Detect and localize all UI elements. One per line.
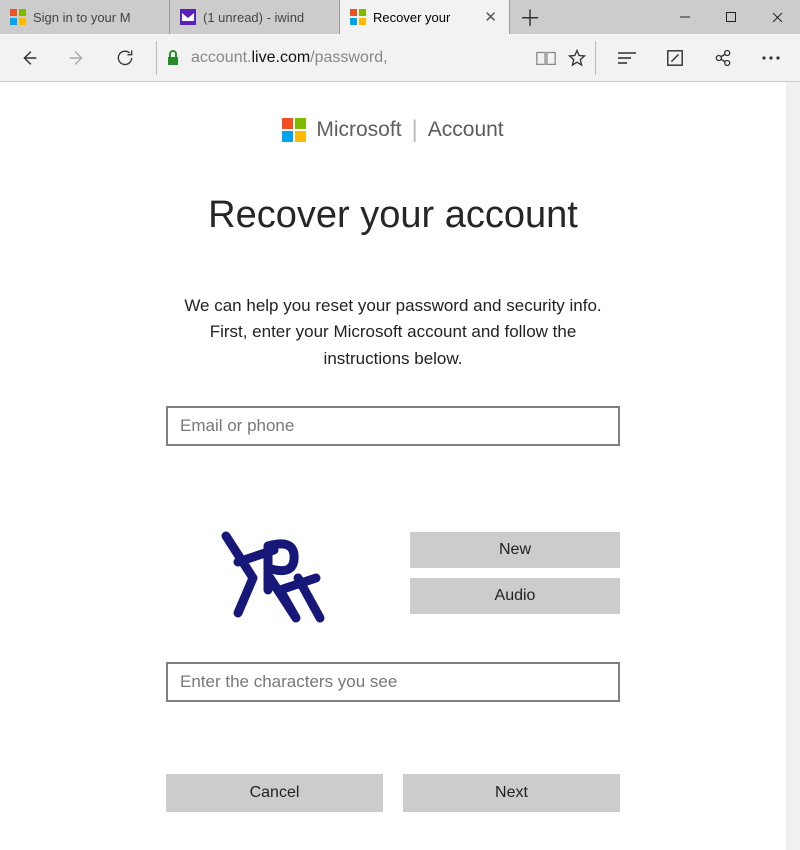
action-row: Cancel Next xyxy=(166,774,620,812)
new-tab-button[interactable]: ＋ xyxy=(510,0,550,34)
page-title: Recover your account xyxy=(166,194,620,237)
address-text: account.live.com/password, xyxy=(191,49,525,67)
scrollbar-thumb[interactable] xyxy=(786,82,800,242)
tab-mail[interactable]: (1 unread) - iwind xyxy=(170,0,340,34)
reading-view-icon[interactable] xyxy=(535,49,557,67)
more-button[interactable] xyxy=(748,35,794,81)
tab-recover[interactable]: Recover your ✕ xyxy=(340,0,510,34)
tab-strip: Sign in to your M (1 unread) - iwind Rec… xyxy=(0,0,510,34)
captcha-input[interactable] xyxy=(166,662,620,702)
back-button[interactable] xyxy=(6,35,52,81)
browser-toolbar: account.live.com/password, xyxy=(0,34,800,82)
favorite-icon[interactable] xyxy=(567,48,587,68)
captcha-audio-button[interactable]: Audio xyxy=(410,578,620,614)
ms-logo-icon xyxy=(282,118,306,142)
page-content: Microsoft | Account Recover your account… xyxy=(158,82,628,812)
page-viewport: Microsoft | Account Recover your account… xyxy=(0,82,800,850)
brand-section: Account xyxy=(428,118,504,142)
tab-title: Recover your xyxy=(373,10,475,25)
hub-button[interactable] xyxy=(604,35,650,81)
captcha-new-button[interactable]: New xyxy=(410,532,620,568)
brand-name: Microsoft xyxy=(316,118,401,142)
separator: | xyxy=(412,116,418,144)
tab-title: (1 unread) - iwind xyxy=(203,10,329,25)
window-titlebar: Sign in to your M (1 unread) - iwind Rec… xyxy=(0,0,800,34)
refresh-button[interactable] xyxy=(102,35,148,81)
captcha-image xyxy=(166,518,380,628)
webnote-button[interactable] xyxy=(652,35,698,81)
captcha-section: New Audio xyxy=(166,518,620,628)
tab-title: Sign in to your M xyxy=(33,10,159,25)
window-controls xyxy=(662,0,800,34)
close-window-button[interactable] xyxy=(754,0,800,34)
mail-icon xyxy=(180,9,196,25)
ms-logo-icon xyxy=(10,9,26,25)
lock-icon xyxy=(165,49,181,67)
minimize-button[interactable] xyxy=(662,0,708,34)
ms-logo-icon xyxy=(350,9,366,25)
forward-button[interactable] xyxy=(54,35,100,81)
cancel-button[interactable]: Cancel xyxy=(166,774,383,812)
maximize-button[interactable] xyxy=(708,0,754,34)
next-button[interactable]: Next xyxy=(403,774,620,812)
close-icon[interactable]: ✕ xyxy=(482,8,499,26)
address-bar[interactable]: account.live.com/password, xyxy=(156,41,596,75)
share-button[interactable] xyxy=(700,35,746,81)
tab-signin[interactable]: Sign in to your M xyxy=(0,0,170,34)
brand-header: Microsoft | Account xyxy=(166,116,620,144)
instructions-text: We can help you reset your password and … xyxy=(166,293,620,372)
email-field[interactable] xyxy=(166,406,620,446)
